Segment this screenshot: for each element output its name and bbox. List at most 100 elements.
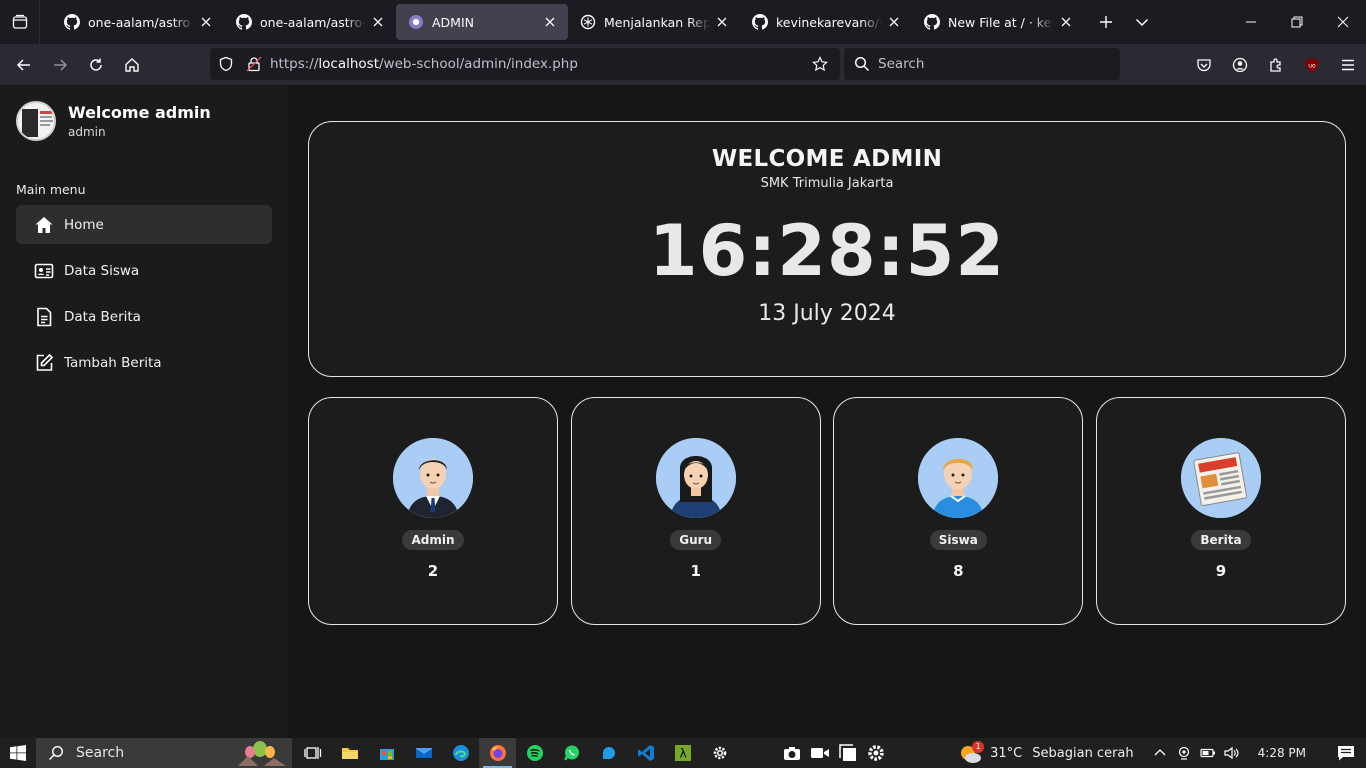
terminal-button[interactable]: λ (664, 738, 701, 768)
home-button[interactable] (114, 49, 150, 81)
profile: Welcome admin admin (16, 101, 211, 141)
close-icon[interactable] (370, 14, 386, 30)
mail-button[interactable] (405, 738, 442, 768)
minimize-button[interactable] (1228, 0, 1274, 44)
tab-title: one-aalam/astro-meteor (88, 14, 194, 30)
stat-card-admin[interactable]: Admin 2 (308, 397, 558, 625)
stat-card-guru[interactable]: Guru 1 (570, 397, 821, 625)
github-icon (64, 14, 80, 30)
show-hidden-icons-button[interactable] (1148, 746, 1172, 760)
svg-text:λ: λ (679, 747, 686, 761)
minimize-icon (1246, 21, 1256, 23)
browser-tab-4[interactable]: Menjalankan Repo Lokal (568, 4, 740, 40)
mail-icon (415, 748, 432, 758)
search-icon (854, 56, 870, 72)
edge-button[interactable] (442, 738, 479, 768)
shield-icon[interactable] (218, 56, 234, 72)
start-button[interactable] (0, 738, 36, 768)
sidebar-item-data-siswa[interactable]: Data Siswa (16, 251, 272, 290)
chevron-down-icon (1135, 18, 1149, 27)
lock-icon[interactable] (246, 56, 262, 72)
list-all-tabs-button[interactable] (1124, 4, 1160, 40)
ublock-button[interactable]: uo (1294, 49, 1330, 81)
location-button[interactable] (1172, 746, 1196, 760)
browser-tab-strip: one-aalam/astro-meteor one-aalam/astro-m… (0, 0, 1366, 44)
browser-tab-5[interactable]: kevinekarevano/web-school (740, 4, 912, 40)
back-button[interactable] (6, 49, 42, 81)
snipping-button[interactable] (778, 738, 806, 768)
firefox-button[interactable] (479, 738, 516, 768)
menu-button[interactable] (1330, 49, 1366, 81)
spotify-button[interactable] (516, 738, 553, 768)
windows-taskbar: Search λ 1 31°C Sebagian cerah 4:28 PM (0, 738, 1366, 768)
new-tab-button[interactable] (1088, 4, 1124, 40)
app-button[interactable] (590, 738, 627, 768)
lambda-icon: λ (674, 745, 691, 761)
vscode-button[interactable] (627, 738, 664, 768)
stat-card-siswa[interactable]: Siswa 8 (833, 397, 1084, 625)
browser-tab-3[interactable]: ADMIN (396, 4, 568, 40)
school-name: SMK Trimulia Jakarta (760, 176, 894, 191)
file-explorer-button[interactable] (331, 738, 368, 768)
search-bar[interactable]: Search (844, 48, 1120, 80)
gear-button[interactable] (862, 738, 890, 768)
whatsapp-icon (563, 745, 579, 761)
app-icon (602, 747, 615, 759)
close-icon[interactable] (542, 14, 558, 30)
weather-widget[interactable]: 1 31°C Sebagian cerah (958, 741, 1134, 765)
folder-icon (341, 748, 358, 759)
browser-tab-6[interactable]: New File at / · kevinekarevano (912, 4, 1084, 40)
pocket-button[interactable] (1186, 49, 1222, 81)
copy-button[interactable] (834, 738, 862, 768)
tab-overview-icon (12, 14, 27, 29)
reload-button[interactable] (78, 49, 114, 81)
close-window-button[interactable] (1320, 0, 1366, 44)
forward-button[interactable] (42, 49, 78, 81)
tab-title: Menjalankan Repo Lokal (604, 14, 710, 30)
sidebar-item-label: Data Siswa (64, 262, 140, 279)
firefox-icon (489, 745, 506, 761)
store-button[interactable] (368, 738, 405, 768)
extensions-button[interactable] (1258, 49, 1294, 81)
battery-button[interactable] (1196, 746, 1220, 760)
browser-tab-1[interactable]: one-aalam/astro-meteor (52, 4, 224, 40)
avatar[interactable] (16, 101, 56, 141)
taskbar-clock[interactable]: 4:28 PM (1258, 746, 1306, 760)
taskbar-search[interactable]: Search (36, 738, 292, 768)
sidebar-item-home[interactable]: Home (16, 205, 272, 244)
whatsapp-button[interactable] (553, 738, 590, 768)
url-bar[interactable]: https://localhost/web-school/admin/index… (210, 48, 840, 80)
account-button[interactable] (1222, 49, 1258, 81)
document-icon (34, 307, 54, 327)
taskbar-apps: λ (294, 738, 738, 768)
search-icon (49, 745, 64, 760)
settings-button[interactable] (701, 738, 738, 768)
tab-overview-button[interactable] (0, 0, 40, 44)
browser-tab-2[interactable]: one-aalam/astro-meteor (224, 4, 396, 40)
stat-card-berita[interactable]: Berita 9 (1095, 397, 1346, 625)
system-tray: 1 31°C Sebagian cerah 4:28 PM (958, 738, 1366, 768)
volume-icon (1224, 746, 1239, 760)
clock-date: 13 July 2024 (758, 301, 896, 326)
notifications-button[interactable] (1326, 745, 1366, 761)
close-icon[interactable] (714, 14, 730, 30)
video-button[interactable] (806, 738, 834, 768)
sidebar-item-label: Tambah Berita (64, 354, 162, 371)
sidebar-item-data-berita[interactable]: Data Berita (16, 297, 272, 336)
close-icon[interactable] (1058, 14, 1074, 30)
close-icon[interactable] (198, 14, 214, 30)
close-icon[interactable] (886, 14, 902, 30)
taskbar-search-label: Search (76, 745, 125, 761)
taskbar-pinned-extra (778, 738, 890, 768)
welcome-card: WELCOME ADMIN SMK Trimulia Jakarta 16:28… (308, 121, 1346, 377)
url-text: https://localhost/web-school/admin/index… (270, 56, 578, 72)
restore-button[interactable] (1274, 0, 1320, 44)
sidebar-item-tambah-berita[interactable]: Tambah Berita (16, 343, 272, 382)
volume-button[interactable] (1220, 746, 1244, 760)
tab-title: ADMIN (432, 14, 474, 30)
star-icon[interactable] (812, 56, 828, 72)
tab-title: one-aalam/astro-meteor (260, 14, 366, 30)
home-icon (125, 57, 139, 72)
task-view-button[interactable] (294, 738, 331, 768)
tab-title: kevinekarevano/web-school (776, 14, 882, 30)
